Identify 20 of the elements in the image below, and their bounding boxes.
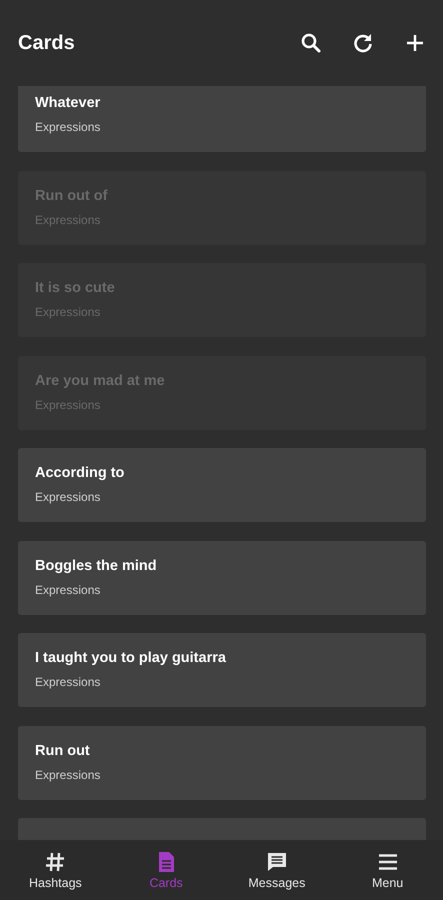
card[interactable]: Whatever Expressions xyxy=(18,86,426,152)
card-title: Boggles the mind xyxy=(35,556,158,574)
card-category: Expressions xyxy=(35,120,102,135)
card-title: Whatever xyxy=(35,94,102,112)
card-title: According to xyxy=(35,464,126,482)
card-category: Expressions xyxy=(35,768,102,782)
nav-tab[interactable]: Hashtags xyxy=(0,840,111,900)
card[interactable]: According to Expressions xyxy=(18,448,426,522)
card-category: Expressions xyxy=(35,490,102,505)
card[interactable]: Run out Expressions xyxy=(18,726,426,800)
card-title: I taught you to play guitarra xyxy=(35,649,227,667)
card-category: Expressions xyxy=(35,582,102,598)
card-title: Run out xyxy=(35,742,91,760)
card[interactable]: I taught you to play guitarra Expressions xyxy=(18,633,426,707)
screen-title: Cards xyxy=(18,32,75,54)
nav-tab[interactable]: Menu xyxy=(332,840,443,900)
card-category: Expressions xyxy=(35,675,102,690)
card[interactable]: Boggles the mind Expressions xyxy=(18,540,426,614)
search-icon xyxy=(299,31,323,55)
nav-tab[interactable]: Messages xyxy=(222,840,332,900)
